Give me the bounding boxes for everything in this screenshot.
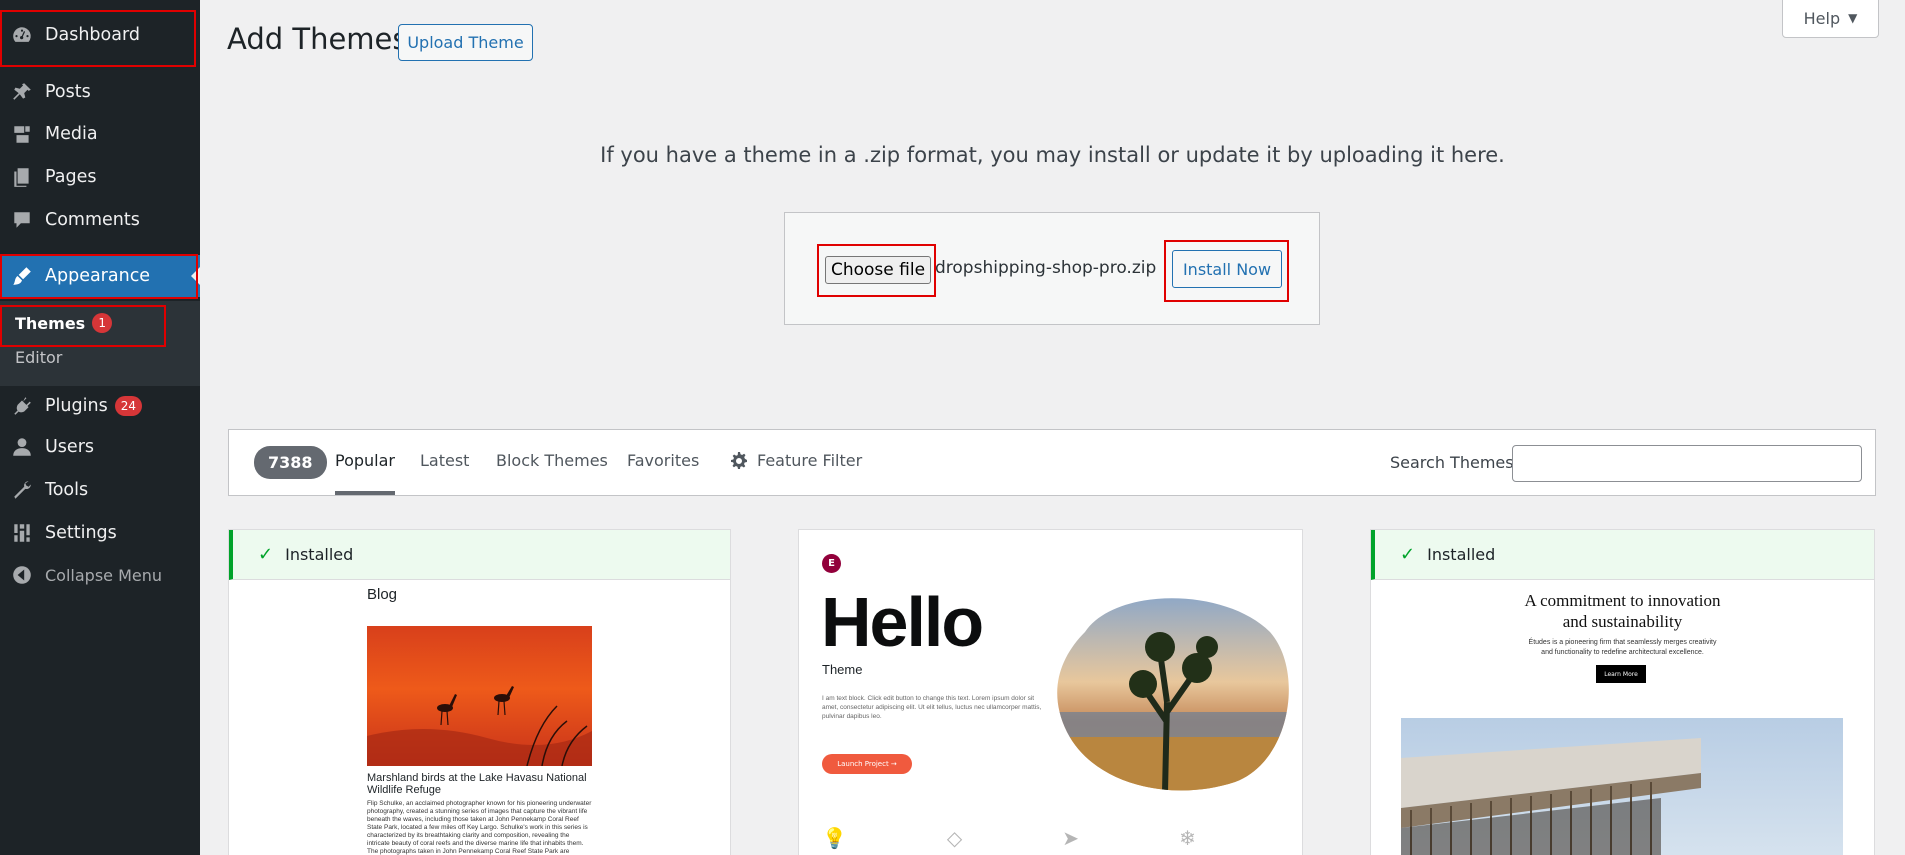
- preview-feature-icons: 💡 ◇ ➤ ❄: [822, 826, 1222, 850]
- search-themes-label: Search Themes: [1390, 453, 1514, 472]
- installed-label: Installed: [285, 545, 354, 564]
- installed-banner: ✓ Installed: [229, 530, 730, 580]
- preview-body-text: I am text block. Click edit button to ch…: [822, 695, 1042, 720]
- menu-users[interactable]: Users: [0, 426, 200, 468]
- dashboard-icon: [10, 23, 34, 47]
- snowflake-icon: ❄: [1179, 826, 1196, 850]
- menu-settings[interactable]: Settings: [0, 512, 200, 554]
- theme-card-hello[interactable]: E Hello Theme I am text block. Click edi…: [798, 529, 1303, 855]
- tab-popular[interactable]: Popular: [335, 451, 395, 495]
- appearance-submenu: Themes 1 Editor: [0, 301, 200, 386]
- preview-subtitle: Theme: [822, 662, 863, 677]
- theme-filter-bar: 7388 Popular Latest Block Themes Favorit…: [228, 429, 1876, 496]
- elementor-logo-icon: E: [822, 554, 841, 573]
- choose-file-button[interactable]: Choose file: [825, 256, 931, 284]
- pushpin-icon: [10, 80, 34, 104]
- caret-down-icon: ▼: [1848, 11, 1858, 25]
- submenu-themes[interactable]: Themes 1: [15, 313, 113, 333]
- menu-settings-label: Settings: [45, 523, 117, 543]
- tab-latest[interactable]: Latest: [420, 451, 469, 495]
- menu-users-label: Users: [45, 437, 95, 457]
- preview-building-image: [1401, 718, 1843, 855]
- themes-update-badge: 1: [92, 313, 113, 333]
- help-label: Help: [1803, 8, 1841, 28]
- collapse-arrow-icon: [10, 563, 34, 587]
- user-icon: [10, 435, 34, 459]
- upload-theme-button[interactable]: Upload Theme: [398, 24, 533, 61]
- page-title: Add Themes: [227, 22, 408, 56]
- preview-body-line-2: and functionality to redefine architectu…: [1541, 649, 1704, 656]
- tab-block-themes[interactable]: Block Themes: [496, 451, 608, 495]
- menu-appearance[interactable]: Appearance: [0, 255, 200, 297]
- paintbrush-icon: [10, 264, 34, 288]
- gear-icon: [731, 452, 747, 469]
- menu-tools-label: Tools: [45, 480, 89, 500]
- menu-comments[interactable]: Comments: [0, 199, 200, 241]
- menu-plugins[interactable]: Plugins 24: [0, 385, 200, 427]
- menu-dashboard-label: Dashboard: [45, 25, 140, 45]
- preview-cactus-image: [1057, 598, 1289, 791]
- preview-blog-title: Blog: [367, 586, 398, 603]
- plugin-icon: [10, 394, 34, 418]
- preview-hello-title: Hello: [821, 583, 984, 661]
- settings-icon: [10, 521, 34, 545]
- preview-learn-more-button: Learn More: [1596, 665, 1646, 683]
- installed-banner: ✓ Installed: [1371, 530, 1874, 580]
- media-icon: [10, 122, 34, 146]
- upload-instructions: If you have a theme in a .zip format, yo…: [600, 143, 1505, 167]
- submenu-editor[interactable]: Editor: [15, 348, 62, 367]
- comment-icon: [10, 208, 34, 232]
- preview-body-text: Études is a pioneering firm that seamles…: [1371, 638, 1874, 658]
- lightbulb-icon: 💡: [822, 826, 847, 850]
- menu-posts-label: Posts: [45, 82, 91, 102]
- menu-plugins-label: Plugins: [45, 396, 108, 416]
- pages-icon: [10, 165, 34, 189]
- upload-form: Choose file dropshipping-shop-pro.zip In…: [784, 212, 1320, 325]
- preview-caption: Marshland birds at the Lake Havasu Natio…: [367, 772, 587, 796]
- menu-comments-label: Comments: [45, 210, 140, 230]
- theme-card-etudes[interactable]: ✓ Installed A commitment to innovation a…: [1370, 529, 1875, 855]
- help-tab[interactable]: Help ▼: [1782, 0, 1879, 38]
- collapse-menu-label: Collapse Menu: [45, 565, 163, 585]
- feature-filter-label: Feature Filter: [757, 451, 863, 470]
- submenu-themes-label: Themes: [15, 313, 86, 333]
- feature-filter-button[interactable]: Feature Filter: [729, 451, 862, 495]
- preview-birds-image: [367, 626, 592, 766]
- admin-sidebar: Dashboard Posts Media Pages Comments App…: [0, 0, 200, 855]
- menu-pages[interactable]: Pages: [0, 156, 200, 198]
- preview-heading-line-2: and sustainability: [1562, 612, 1683, 631]
- menu-posts[interactable]: Posts: [0, 71, 200, 113]
- selected-file-name: dropshipping-shop-pro.zip: [935, 258, 1157, 278]
- preview-launch-button: Launch Project →: [822, 754, 912, 774]
- menu-tools[interactable]: Tools: [0, 469, 200, 511]
- checkmark-icon: ✓: [258, 544, 274, 565]
- plugins-update-badge: 24: [114, 396, 142, 416]
- menu-media[interactable]: Media: [0, 113, 200, 155]
- installed-label: Installed: [1427, 545, 1496, 564]
- menu-media-label: Media: [45, 124, 98, 144]
- preview-heading: A commitment to innovation and sustainab…: [1371, 590, 1874, 632]
- search-themes-input[interactable]: [1512, 445, 1862, 482]
- submenu-editor-label: Editor: [15, 348, 63, 367]
- menu-dashboard[interactable]: Dashboard: [0, 14, 200, 56]
- checkmark-icon: ✓: [1400, 544, 1416, 565]
- theme-count-badge: 7388: [254, 446, 327, 479]
- install-now-button[interactable]: Install Now: [1172, 250, 1282, 288]
- tab-favorites[interactable]: Favorites: [627, 451, 699, 495]
- paper-plane-icon: ➤: [1062, 826, 1080, 850]
- menu-pages-label: Pages: [45, 167, 97, 187]
- preview-body-text: Flip Schulke, an acclaimed photographer …: [367, 800, 592, 855]
- collapse-menu[interactable]: Collapse Menu: [0, 554, 200, 596]
- preview-heading-line-1: A commitment to innovation: [1524, 591, 1721, 610]
- menu-appearance-label: Appearance: [45, 266, 151, 286]
- theme-card-blog[interactable]: ✓ Installed Blog Marshland birds at the …: [228, 529, 731, 855]
- wrench-icon: [10, 478, 34, 502]
- preview-body-line-1: Études is a pioneering firm that seamles…: [1528, 639, 1717, 646]
- diamond-icon: ◇: [946, 826, 963, 850]
